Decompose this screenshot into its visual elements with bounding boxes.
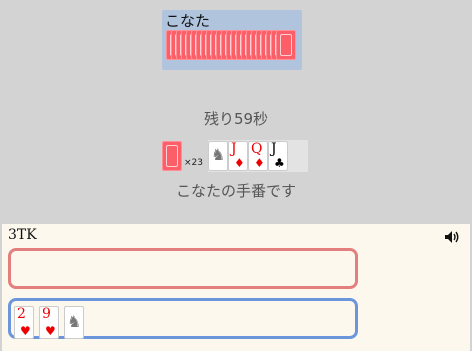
field-card: J ♣ [268, 141, 288, 171]
hand-card[interactable]: 2 ♥ [14, 306, 34, 339]
hand-card-joker[interactable]: ♞ [64, 306, 84, 339]
field-card: J ♦ [228, 141, 248, 171]
field-cards: ♞ J ♦ Q ♦ J ♣ [208, 140, 308, 172]
field-card-joker: ♞ [208, 141, 228, 171]
deck-count: ×23 [184, 158, 203, 168]
timer-text: 残り59秒 [203, 110, 269, 128]
joker-icon: ♞ [211, 145, 226, 164]
player-panel: 3TK 2 ♥ 9 ♥ ♞ [2, 224, 470, 351]
player-hand: 2 ♥ 9 ♥ ♞ [8, 298, 358, 339]
opponent-area: こなた [162, 10, 302, 70]
opponent-card-back [276, 30, 296, 60]
opponent-name: こなた [165, 12, 211, 30]
play-zone[interactable] [8, 248, 358, 289]
hand-card[interactable]: 9 ♥ [39, 306, 59, 339]
turn-text: こなたの手番です [175, 182, 296, 200]
opponent-hand [166, 30, 300, 60]
speaker-icon[interactable] [444, 230, 460, 244]
player-name: 3TK [8, 227, 37, 243]
joker-icon: ♞ [67, 312, 82, 331]
field-card: Q ♦ [248, 141, 268, 171]
deck-pile [162, 141, 182, 171]
